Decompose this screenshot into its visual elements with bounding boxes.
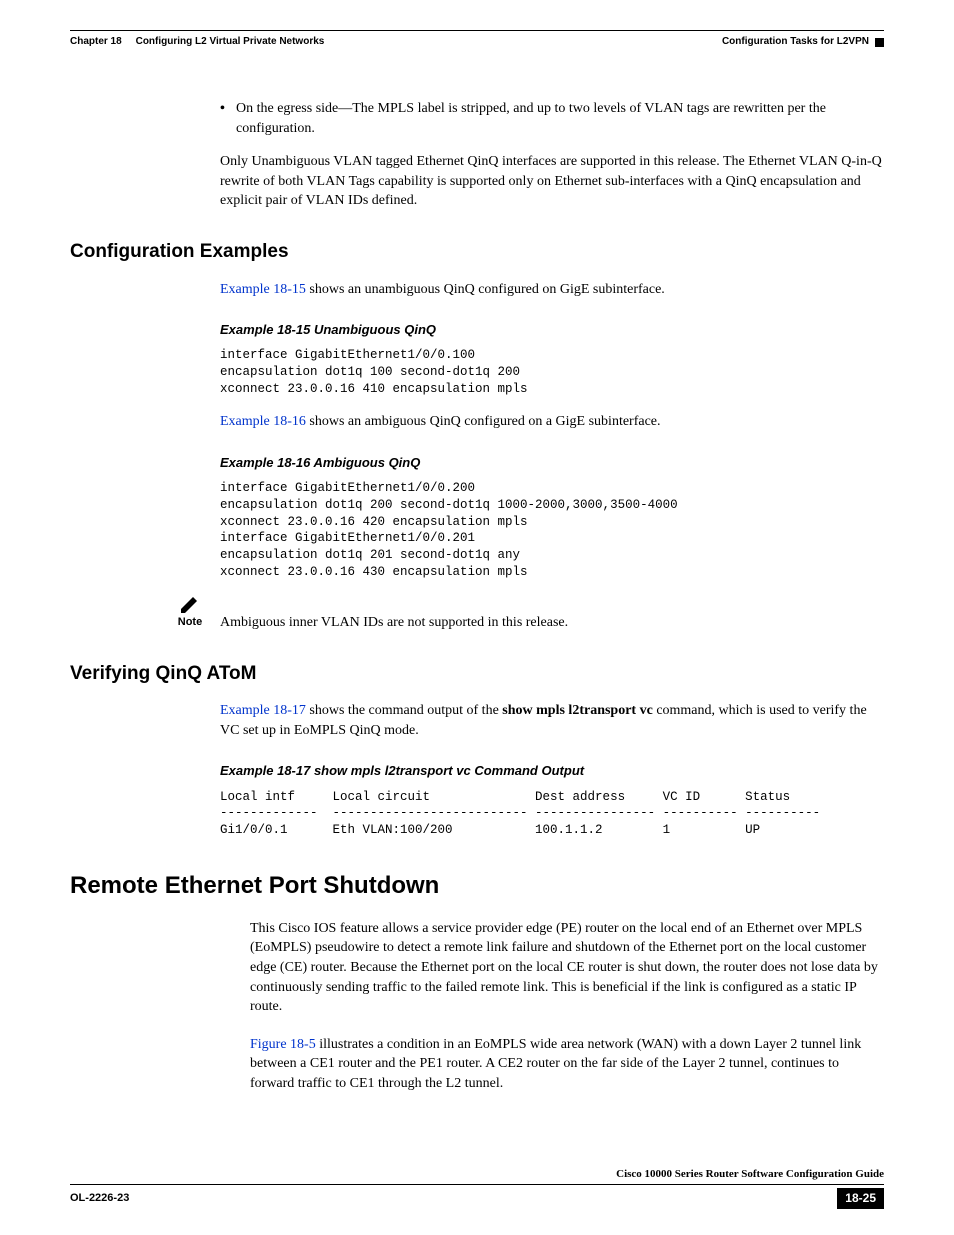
section-heading-config-examples: Configuration Examples xyxy=(70,239,884,266)
example-link[interactable]: Example 18-17 xyxy=(220,703,306,718)
code-block: interface GigabitEthernet1/0/0.100 encap… xyxy=(220,347,884,398)
footer-rule xyxy=(70,1184,884,1185)
bullet-icon: • xyxy=(220,99,236,138)
section-heading-verify: Verifying QinQ AToM xyxy=(70,661,884,688)
example-title: Example 18-17 show mpls l2transport vc C… xyxy=(220,762,884,780)
code-block: interface GigabitEthernet1/0/0.200 encap… xyxy=(220,480,884,581)
body-paragraph: Only Unambiguous VLAN tagged Ethernet Qi… xyxy=(220,152,884,211)
paragraph-text: shows the command output of the xyxy=(306,703,502,718)
body-paragraph: Example 18-16 shows an ambiguous QinQ co… xyxy=(220,412,884,432)
section-heading-remote-shutdown: Remote Ethernet Port Shutdown xyxy=(70,869,884,903)
example-title: Example 18-15 Unambiguous QinQ xyxy=(220,321,884,339)
chapter-number: Chapter 18 xyxy=(70,36,122,47)
page-footer: Cisco 10000 Series Router Software Confi… xyxy=(70,1167,884,1209)
body-paragraph: Example 18-15 shows an unambiguous QinQ … xyxy=(220,280,884,300)
body-paragraph: Figure 18-5 illustrates a condition in a… xyxy=(250,1035,884,1094)
note-block: Note Ambiguous inner VLAN IDs are not su… xyxy=(170,595,884,633)
body-paragraph: Example 18-17 shows the command output o… xyxy=(220,701,884,740)
bullet-item: • On the egress side—The MPLS label is s… xyxy=(220,99,884,138)
code-block: Local intf Local circuit Dest address VC… xyxy=(220,789,884,840)
note-text: Ambiguous inner VLAN IDs are not support… xyxy=(210,595,884,633)
header-right: Configuration Tasks for L2VPN xyxy=(722,35,884,49)
command-name: show mpls l2transport vc xyxy=(502,703,653,718)
footer-doc-id: OL-2226-23 xyxy=(70,1191,129,1206)
example-link[interactable]: Example 18-15 xyxy=(220,282,306,297)
header-rule xyxy=(70,30,884,31)
footer-guide-title: Cisco 10000 Series Router Software Confi… xyxy=(70,1167,884,1182)
footer-page-number: 18-25 xyxy=(837,1188,884,1209)
paragraph-text: illustrates a condition in an EoMPLS wid… xyxy=(250,1037,861,1091)
example-link[interactable]: Example 18-16 xyxy=(220,414,306,429)
header-marker-icon xyxy=(875,38,884,47)
paragraph-text: shows an unambiguous QinQ configured on … xyxy=(306,282,665,297)
header-left: Chapter 18 Configuring L2 Virtual Privat… xyxy=(70,35,324,49)
pencil-icon xyxy=(179,595,201,613)
bullet-text: On the egress side—The MPLS label is str… xyxy=(236,99,884,138)
note-label: Note xyxy=(170,615,210,630)
paragraph-text: shows an ambiguous QinQ configured on a … xyxy=(306,414,661,429)
header-section-title: Configuration Tasks for L2VPN xyxy=(722,35,869,49)
figure-link[interactable]: Figure 18-5 xyxy=(250,1037,316,1052)
note-icon-column: Note xyxy=(170,595,210,630)
page-header: Chapter 18 Configuring L2 Virtual Privat… xyxy=(70,35,884,49)
example-title: Example 18-16 Ambiguous QinQ xyxy=(220,454,884,472)
chapter-title: Configuring L2 Virtual Private Networks xyxy=(136,36,325,47)
body-paragraph: This Cisco IOS feature allows a service … xyxy=(250,919,884,1017)
